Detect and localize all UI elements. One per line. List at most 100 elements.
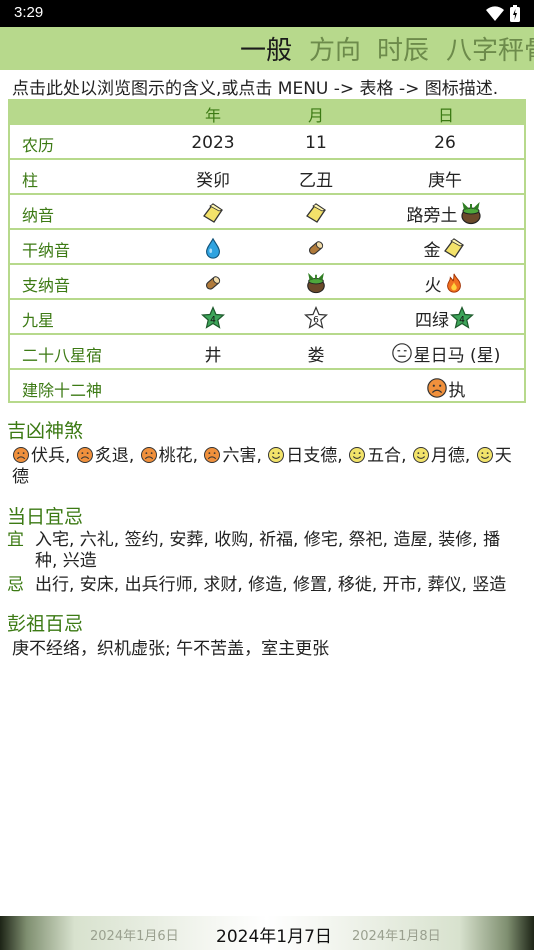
nayin-month[interactable] [266, 199, 366, 227]
nayin-day[interactable]: 路旁土 [366, 199, 524, 227]
happy-face-icon [348, 446, 366, 464]
tab-direction[interactable]: 方向 [309, 30, 361, 67]
soil-pot-icon [305, 272, 327, 294]
row-label: 建除十二神 [22, 381, 103, 400]
row-label: 柱 [22, 171, 39, 190]
table-row-branch-nayin: 支纳音 火 [10, 263, 524, 298]
nine-star-day[interactable]: 四绿 4 [366, 304, 524, 332]
list-item[interactable]: 日支德 [267, 446, 337, 466]
battery-icon [510, 5, 520, 26]
mansion-day-text: 星日马 (星) [413, 345, 501, 366]
tab-general[interactable]: 一般 [240, 30, 292, 67]
white-star-icon: 6 [304, 306, 328, 329]
lunar-month: 11 [305, 133, 327, 153]
yi-row: 宜 入宅, 六礼, 签约, 安葬, 收购, 祈福, 修宅, 祭祀, 造屋, 装修… [7, 530, 527, 572]
wood-log-icon [305, 237, 327, 259]
row-label: 支纳音 [22, 276, 71, 295]
date-prev[interactable]: 2024年1月6日 [90, 925, 179, 944]
sad-face-icon [140, 446, 158, 464]
status-time: 3:29 [14, 4, 44, 21]
list-item[interactable]: 月德 [412, 446, 465, 466]
tab-bar: 一般 方向 时辰 八字秤骨 [0, 27, 534, 70]
list-item[interactable]: 炙退 [76, 446, 129, 466]
almanac-table: 年 月 日 农历 2023 11 26 柱 癸卯 乙丑 庚午 纳音 路旁土 干纳… [8, 99, 526, 403]
green-star-icon: 4 [450, 306, 474, 329]
branch-nayin-day-text: 火 [424, 275, 442, 296]
row-label: 农历 [22, 136, 55, 155]
yi-label: 宜 [7, 530, 24, 550]
branch-nayin-year[interactable] [160, 269, 266, 297]
mansion-day[interactable]: 星日马 (星) [366, 339, 524, 367]
twelve-gods-day-text: 执 [448, 380, 466, 401]
lunar-day: 26 [434, 133, 456, 153]
yi-text-line-1: 入宅, 六礼, 签约, 安葬, 收购, 祈福, 修宅, 祭祀, 造屋, 装修, … [35, 530, 501, 550]
sad-face-icon [12, 446, 30, 464]
gold-ingot-icon [442, 236, 466, 260]
date-picker-strip[interactable]: 2024年1月6日 2024年1月7日 2024年1月8日 [0, 916, 534, 950]
list-item[interactable]: 五合 [348, 446, 401, 466]
nine-star-month[interactable]: 6 [266, 304, 366, 332]
happy-face-icon [267, 446, 285, 464]
tab-hour[interactable]: 时辰 [377, 30, 429, 67]
ji-label: 忌 [7, 575, 24, 595]
yi-text-line-2: 种, 兴造 [35, 551, 97, 571]
nine-star-day-text: 四绿 [415, 310, 449, 331]
tab-bazi[interactable]: 八字秤骨 [446, 30, 534, 67]
row-label: 九星 [22, 311, 55, 330]
stem-nayin-day[interactable]: 金 [366, 234, 524, 262]
ji-row: 忌 出行, 安床, 出兵行师, 求财, 修造, 修置, 移徙, 开市, 葬仪, … [7, 575, 527, 597]
happy-face-icon [476, 446, 494, 464]
pillar-month: 乙丑 [299, 170, 333, 191]
svg-text:4: 4 [210, 316, 216, 326]
svg-text:4: 4 [459, 316, 465, 326]
row-label: 干纳音 [22, 241, 71, 260]
yi-text: 入宅, 六礼, 签约, 安葬, 收购, 祈福, 修宅, 祭祀, 造屋, 装修, … [35, 530, 520, 572]
neutral-face-icon [391, 342, 413, 364]
twelve-gods-day[interactable]: 执 [366, 374, 524, 402]
table-row-pillar: 柱 癸卯 乙丑 庚午 [10, 158, 524, 193]
pillar-day: 庚午 [428, 170, 462, 191]
gold-ingot-icon [201, 201, 225, 225]
stem-nayin-year[interactable] [160, 234, 266, 262]
stem-nayin-day-text: 金 [423, 240, 441, 261]
fire-icon [443, 272, 465, 294]
branch-nayin-day[interactable]: 火 [366, 269, 524, 297]
table-row-nayin: 纳音 路旁土 [10, 193, 524, 228]
section-title-yiji: 当日宜忌 [7, 506, 84, 528]
status-bar: 3:29 [0, 0, 534, 27]
table-header: 年 月 日 [10, 101, 524, 125]
section-title-jixiong: 吉凶神煞 [7, 420, 84, 442]
lunar-year: 2023 [191, 133, 235, 153]
table-row-lunar-mansion: 二十八星宿 井 娄 星日马 (星) [10, 333, 524, 368]
happy-face-icon [412, 446, 430, 464]
nine-star-year[interactable]: 4 [160, 304, 266, 332]
sad-face-icon [76, 446, 94, 464]
gold-ingot-icon [304, 201, 328, 225]
table-row-stem-nayin: 干纳音 金 [10, 228, 524, 263]
date-current[interactable]: 2024年1月7日 [216, 922, 332, 947]
icon-legend-hint[interactable]: 点击此处以浏览图示的含义,或点击 MENU -> 表格 -> 图标描述. [12, 74, 498, 99]
nayin-day-text: 路旁土 [406, 205, 458, 226]
jixiong-list: 伏兵, 炙退, 桃花, 六害, 日支德, 五合, 月德, 天德 [12, 446, 512, 487]
wifi-icon [486, 6, 504, 25]
list-item[interactable]: 伏兵 [12, 446, 65, 466]
row-label: 纳音 [22, 206, 55, 225]
wood-log-icon [202, 272, 224, 294]
pillar-year: 癸卯 [196, 170, 230, 191]
nayin-year[interactable] [160, 199, 266, 227]
water-drop-icon [202, 237, 224, 259]
date-next[interactable]: 2024年1月8日 [352, 925, 441, 944]
green-star-icon: 4 [201, 306, 225, 329]
list-item[interactable]: 桃花 [140, 446, 193, 466]
branch-nayin-month[interactable] [266, 269, 366, 297]
ji-text: 出行, 安床, 出兵行师, 求财, 修造, 修置, 移徙, 开市, 葬仪, 竖造 [35, 575, 507, 595]
stem-nayin-month[interactable] [266, 234, 366, 262]
list-item[interactable]: 六害 [203, 446, 256, 466]
sad-face-icon [203, 446, 221, 464]
mansion-year: 井 [204, 345, 222, 366]
svg-text:6: 6 [313, 316, 319, 326]
sad-face-icon [426, 377, 448, 399]
mansion-month: 娄 [307, 345, 325, 366]
row-label: 二十八星宿 [22, 346, 103, 365]
table-row-nine-star: 九星 4 6 四绿 4 [10, 298, 524, 333]
